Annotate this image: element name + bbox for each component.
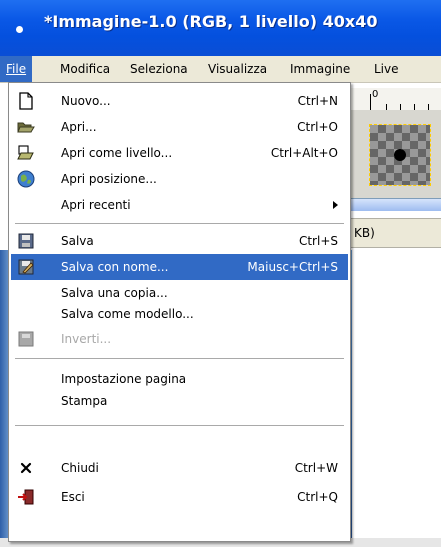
menu-item-label: Inverti...: [61, 332, 112, 346]
menu-livello-label: Live: [374, 62, 399, 76]
menu-item-shortcut: Ctrl+S: [298, 234, 338, 248]
menu-item-label: Chiudi: [61, 461, 99, 475]
menu-livello[interactable]: Live: [368, 56, 405, 82]
menu-item-salva[interactable]: Salva Ctrl+S: [11, 228, 348, 254]
ruler-major-tick: [370, 94, 371, 110]
menu-seleziona-label: Seleziona: [130, 62, 188, 76]
menu-item-apri-come-livello[interactable]: Apri come livello... Ctrl+Alt+O: [11, 140, 348, 166]
menu-item-label: Apri come livello...: [61, 146, 173, 160]
menu-item-salva-con-nome[interactable]: Salva con nome... Maiusc+Ctrl+S: [11, 254, 348, 280]
menu-item-label: Salva con nome...: [61, 260, 169, 274]
file-menu: Nuovo... Ctrl+N Apri... Ctrl+O Apri come…: [8, 82, 351, 542]
menu-item-label: Salva: [61, 234, 94, 248]
menu-item-shortcut: Ctrl+Alt+O: [270, 146, 338, 160]
image-canvas[interactable]: [369, 124, 431, 186]
open-as-layer-icon: [17, 145, 34, 160]
menu-item-nuovo[interactable]: Nuovo... Ctrl+N: [11, 88, 348, 114]
menu-item-label: Apri...: [61, 120, 97, 134]
window-title: *Immagine-1.0 (RGB, 1 livello) 40x40: [44, 12, 378, 31]
menu-immagine-label: Immagine: [290, 62, 351, 76]
save-as-icon: [18, 259, 34, 275]
new-document-icon: [19, 92, 33, 110]
window-title-bar[interactable]: *Immagine-1.0 (RGB, 1 livello) 40x40: [0, 0, 441, 56]
menu-separator: [15, 358, 344, 359]
horizontal-scrollbar[interactable]: [350, 198, 441, 211]
menubar: File Modifica Seleziona Visualizza Immag…: [0, 56, 441, 83]
horizontal-ruler[interactable]: 0: [350, 88, 441, 111]
menu-item-shortcut: Ctrl+Q: [297, 490, 338, 504]
menu-item-apri-recenti[interactable]: Apri recenti: [11, 192, 348, 218]
menu-item-label: Salva come modello...: [61, 307, 194, 321]
menu-separator: [15, 223, 344, 224]
menu-modifica[interactable]: Modifica: [54, 56, 116, 82]
canvas-dot: [394, 149, 406, 161]
submenu-arrow-icon: [333, 201, 338, 209]
menu-item-salva-come-modello[interactable]: Salva come modello...: [11, 301, 348, 327]
window-icon[interactable]: [16, 26, 23, 33]
menu-item-shortcut: Ctrl+N: [297, 94, 338, 108]
menu-seleziona[interactable]: Seleziona: [124, 56, 194, 82]
menu-item-inverti[interactable]: Inverti...: [11, 326, 348, 352]
menu-item-shortcut: Maiusc+Ctrl+S: [247, 260, 338, 274]
revert-icon: [18, 331, 34, 347]
menu-item-apri[interactable]: Apri... Ctrl+O: [11, 114, 348, 140]
menu-item-shortcut: Ctrl+W: [294, 461, 338, 475]
close-icon: [20, 462, 32, 474]
menu-item-label: Apri recenti: [61, 198, 131, 212]
menu-immagine[interactable]: Immagine: [284, 56, 356, 82]
menu-item-chiudi[interactable]: Chiudi Ctrl+W: [11, 455, 348, 481]
menu-item-shortcut: Ctrl+O: [297, 120, 338, 134]
open-folder-icon: [17, 122, 35, 133]
menu-visualizza[interactable]: Visualizza: [202, 56, 273, 82]
menu-item-esci[interactable]: Esci Ctrl+Q: [11, 484, 348, 510]
menu-item-label: Esci: [61, 490, 85, 504]
menu-item-apri-posizione[interactable]: Apri posizione...: [11, 166, 348, 192]
menu-separator: [15, 425, 344, 426]
menu-file[interactable]: File: [0, 56, 33, 82]
menu-item-label: Stampa: [61, 394, 108, 408]
menu-visualizza-label: Visualizza: [208, 62, 268, 76]
menu-modifica-label: Modifica: [60, 62, 111, 76]
quit-icon: [18, 489, 34, 505]
ruler-zero-label: 0: [372, 89, 379, 100]
menu-file-label: File: [6, 62, 27, 76]
globe-icon: [17, 170, 35, 188]
menu-item-label: Nuovo...: [61, 94, 111, 108]
save-icon: [18, 233, 34, 249]
menu-item-stampa[interactable]: Stampa: [11, 388, 348, 414]
status-bar: KB): [350, 218, 441, 248]
menu-item-label: Apri posizione...: [61, 172, 157, 186]
